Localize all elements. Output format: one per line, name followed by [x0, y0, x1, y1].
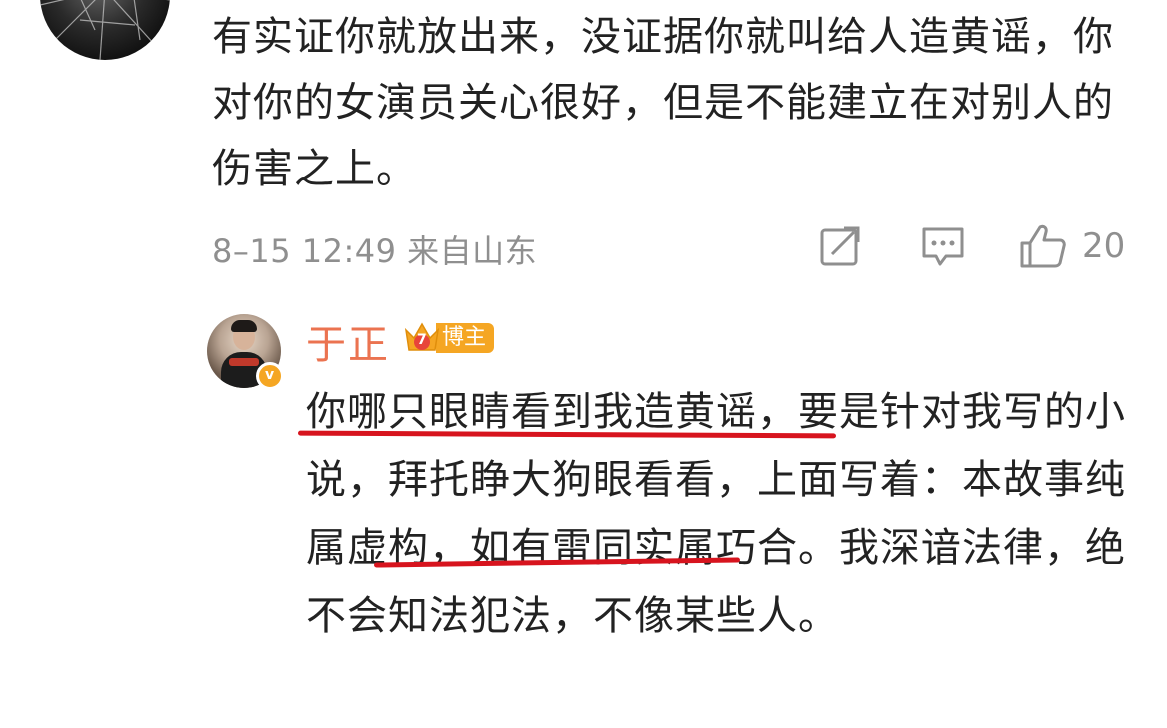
- like-button[interactable]: 20: [1018, 222, 1125, 270]
- blogger-badge: 7 博主: [402, 320, 495, 356]
- comment-meta-row: 8–15 12:49 来自山东 20: [212, 222, 1132, 272]
- verified-badge-icon: v: [256, 362, 284, 390]
- comment-icon: [920, 224, 966, 268]
- comment-text: 有实证你就放出来，没证据你就叫给人造黄谣，你对你的女演员关心很好，但是不能建立在…: [212, 14, 1114, 192]
- like-count: 20: [1082, 226, 1126, 266]
- commenter-avatar[interactable]: [40, 0, 170, 60]
- comment-timestamp-location: 8–15 12:49 来自山东: [212, 232, 538, 270]
- reply-author-name[interactable]: 于正: [306, 312, 390, 370]
- share-button[interactable]: [818, 222, 862, 270]
- blogger-label: 博主: [436, 323, 495, 353]
- crown-icon: 7: [402, 320, 442, 356]
- thumbs-up-icon: [1018, 223, 1068, 269]
- reply-text: 你哪只眼睛看到我造黄谣，要是针对我写的小说，拜托睁大狗眼看看，上面写着：本故事纯…: [306, 389, 1126, 639]
- share-icon: [818, 224, 862, 268]
- reply-comment-button[interactable]: [920, 222, 966, 270]
- badge-level: 7: [417, 332, 427, 348]
